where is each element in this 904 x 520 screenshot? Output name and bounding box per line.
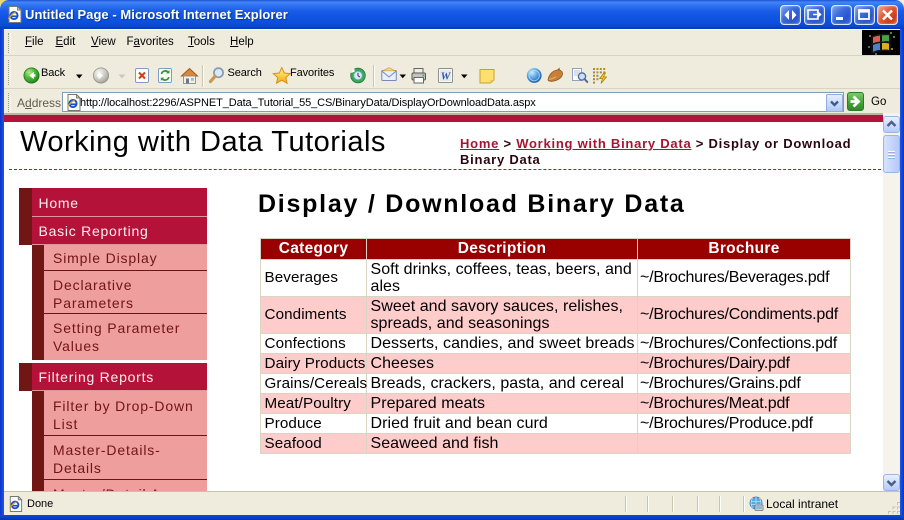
svg-text:W: W (441, 71, 452, 83)
